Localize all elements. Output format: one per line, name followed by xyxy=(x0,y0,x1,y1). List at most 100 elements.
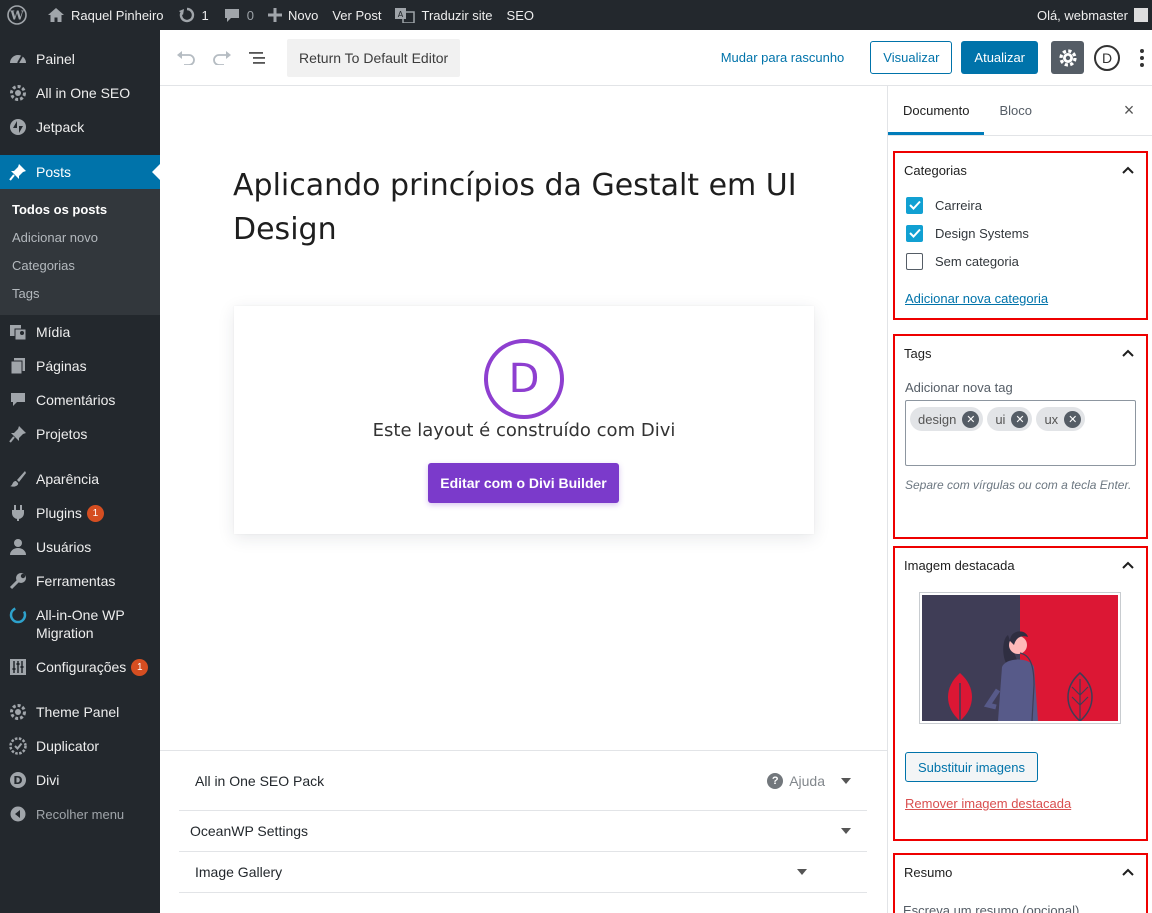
metabox-oceanwp[interactable]: OceanWP Settings xyxy=(179,811,867,852)
menu-item-usuarios[interactable]: Usuários xyxy=(0,530,160,564)
menu-item-comentarios[interactable]: Comentários xyxy=(0,383,160,417)
menu-label: Theme Panel xyxy=(36,704,120,720)
divi-button[interactable]: D xyxy=(1094,44,1120,71)
redo-button[interactable] xyxy=(205,41,239,75)
replace-image-button[interactable]: Substituir imagens xyxy=(905,752,1038,782)
collapse-menu-button[interactable]: Recolher menu xyxy=(0,797,160,831)
chevron-up-icon xyxy=(1122,166,1134,174)
edit-with-divi-button[interactable]: Editar com o Divi Builder xyxy=(428,463,619,503)
return-to-default-editor-button[interactable]: Return To Default Editor xyxy=(287,38,461,77)
panel-header[interactable]: Categorias xyxy=(895,153,1146,187)
sidebar-tabs: Documento Bloco × xyxy=(888,86,1152,136)
add-category-link[interactable]: Adicionar nova categoria xyxy=(905,291,1048,306)
post-title[interactable]: Aplicando princípios da Gestalt em UI De… xyxy=(233,164,823,252)
menu-label: Plugins xyxy=(36,505,82,521)
menu-item-posts[interactable]: Posts xyxy=(0,155,160,189)
panel-title: Imagem destacada xyxy=(904,557,1015,573)
chevron-up-icon xyxy=(1122,561,1134,569)
more-options-button[interactable] xyxy=(1132,48,1152,67)
menu-item-projetos[interactable]: Projetos xyxy=(0,417,160,451)
menu-item-paginas[interactable]: Páginas xyxy=(0,349,160,383)
media-icon xyxy=(9,323,27,341)
category-item[interactable]: Sem categoria xyxy=(895,247,1146,275)
tab-document[interactable]: Documento xyxy=(888,86,985,135)
settings-button[interactable] xyxy=(1051,41,1084,74)
categories-panel: Categorias Carreira Design Systems Sem c… xyxy=(893,151,1148,320)
menu-item-jetpack[interactable]: Jetpack xyxy=(0,110,160,144)
updates-link[interactable]: 1 xyxy=(171,0,216,30)
menu-item-aparencia[interactable]: Aparência xyxy=(0,462,160,496)
seo-link[interactable]: SEO xyxy=(500,0,541,30)
divi-message: Este layout é construído com Divi xyxy=(372,420,676,441)
tab-block[interactable]: Bloco xyxy=(984,86,1047,135)
updates-icon xyxy=(178,7,194,23)
wordpress-logo-icon[interactable]: W xyxy=(0,0,40,30)
category-label: Design Systems xyxy=(935,225,1029,241)
checkbox-checked[interactable] xyxy=(906,224,923,242)
panel-header[interactable]: Tags xyxy=(895,336,1146,370)
menu-label: Ferramentas xyxy=(36,573,116,589)
menu-label: Projetos xyxy=(36,426,88,442)
tag-label: design xyxy=(918,411,957,427)
svg-text:W: W xyxy=(9,9,24,23)
menu-item-migration[interactable]: All-in-One WP Migration xyxy=(0,598,160,650)
menu-item-theme-panel[interactable]: Theme Panel xyxy=(0,695,160,729)
featured-image[interactable] xyxy=(919,592,1121,724)
remove-tag-icon[interactable]: ✕ xyxy=(1011,410,1029,428)
panel-header[interactable]: Resumo xyxy=(895,855,1146,889)
translate-icon: A xyxy=(395,8,416,23)
remove-tag-icon[interactable]: ✕ xyxy=(962,410,980,428)
switch-to-draft-link[interactable]: Mudar para rascunho xyxy=(721,50,845,65)
comments-link[interactable]: 0 xyxy=(216,0,261,30)
view-post-link[interactable]: Ver Post xyxy=(325,0,388,30)
remove-featured-image-link[interactable]: Remover imagem destacada xyxy=(905,796,1071,811)
preview-button[interactable]: Visualizar xyxy=(870,41,953,74)
menu-item-midia[interactable]: Mídia xyxy=(0,315,160,349)
posts-submenu: Todos os posts Adicionar novo Categorias… xyxy=(0,189,160,315)
close-sidebar-button[interactable]: × xyxy=(1106,86,1152,135)
category-item[interactable]: Carreira xyxy=(895,191,1146,219)
undo-icon xyxy=(177,50,195,65)
help-link[interactable]: ? Ajuda xyxy=(767,772,825,789)
undo-button[interactable] xyxy=(169,41,203,75)
site-name-link[interactable]: Raquel Pinheiro xyxy=(40,0,171,30)
checkbox-checked[interactable] xyxy=(906,196,923,214)
remove-tag-icon[interactable]: ✕ xyxy=(1064,410,1082,428)
translate-site-link[interactable]: A Traduzir site xyxy=(388,0,499,30)
metaboxes: All in One SEO Pack ? Ajuda OceanWP Sett… xyxy=(160,750,887,893)
featured-image-illustration xyxy=(922,595,1118,722)
submenu-tags[interactable]: Tags xyxy=(0,279,160,307)
metabox-aioseo[interactable]: All in One SEO Pack ? Ajuda xyxy=(179,751,867,811)
panel-header[interactable]: Imagem destacada xyxy=(895,548,1146,582)
tag-input[interactable]: design ✕ ui ✕ ux ✕ xyxy=(905,400,1136,466)
new-content-link[interactable]: Novo xyxy=(261,0,325,30)
toggle-arrow-icon[interactable] xyxy=(841,828,851,834)
checkbox-unchecked[interactable] xyxy=(906,252,923,270)
menu-label: All-in-One WP Migration xyxy=(36,606,125,642)
menu-item-divi[interactable]: D Divi xyxy=(0,763,160,797)
tags-panel: Tags Adicionar nova tag design ✕ ui ✕ ux ✕ … xyxy=(893,334,1148,539)
submenu-all-posts[interactable]: Todos os posts xyxy=(0,195,160,223)
updates-count: 1 xyxy=(201,7,209,23)
user-icon xyxy=(9,538,27,556)
panel-title: Tags xyxy=(904,345,932,361)
block-navigation-button[interactable] xyxy=(241,41,275,75)
menu-item-configuracoes[interactable]: Configurações 1 xyxy=(0,650,160,684)
settings-update-badge: 1 xyxy=(131,658,149,676)
submenu-add-new[interactable]: Adicionar novo xyxy=(0,223,160,251)
metabox-image-gallery[interactable]: Image Gallery xyxy=(179,852,867,893)
account-link[interactable]: Olá, webmaster xyxy=(1030,0,1152,30)
submenu-categories[interactable]: Categorias xyxy=(0,251,160,279)
menu-item-duplicator[interactable]: Duplicator xyxy=(0,729,160,763)
menu-item-painel[interactable]: Painel xyxy=(0,42,160,76)
category-item[interactable]: Design Systems xyxy=(895,219,1146,247)
toggle-arrow-icon[interactable] xyxy=(841,777,851,784)
toggle-arrow-icon[interactable] xyxy=(797,869,807,875)
menu-item-all-in-one-seo[interactable]: All in One SEO xyxy=(0,76,160,110)
add-tag-label: Adicionar nova tag xyxy=(905,380,1013,395)
update-button[interactable]: Atualizar xyxy=(961,41,1038,74)
menu-item-plugins[interactable]: Plugins 1 xyxy=(0,496,160,530)
greeting: Olá, webmaster xyxy=(1036,7,1128,23)
menu-item-ferramentas[interactable]: Ferramentas xyxy=(0,564,160,598)
menu-label: Comentários xyxy=(36,392,116,408)
